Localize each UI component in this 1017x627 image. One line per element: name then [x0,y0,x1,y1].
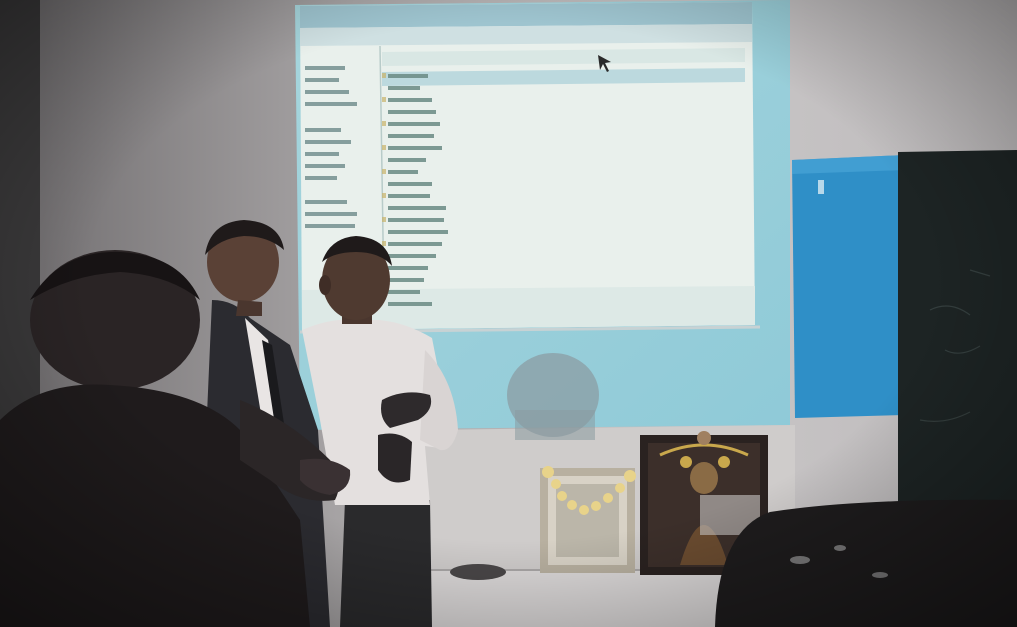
photo-svg [0,0,1017,627]
photo-scene [0,0,1017,627]
